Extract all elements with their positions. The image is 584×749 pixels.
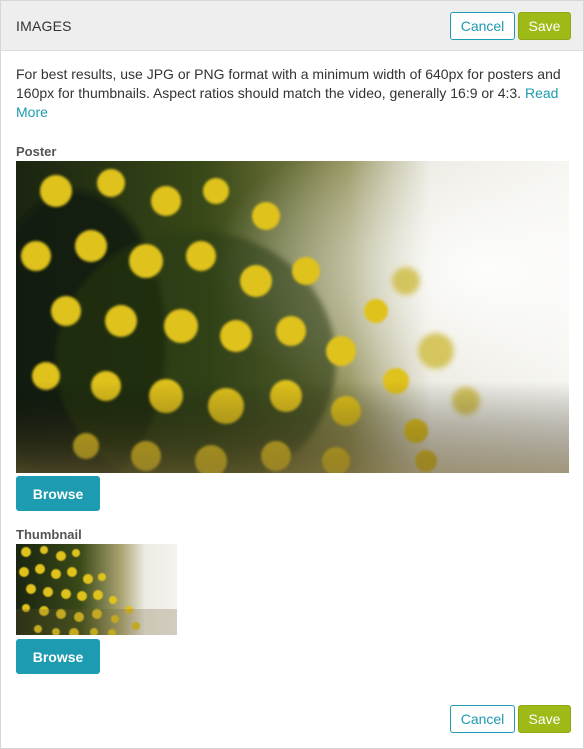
panel-header: IMAGES Cancel Save <box>1 1 583 51</box>
thumbnail-label: Thumbnail <box>16 527 82 542</box>
footer-cancel-button[interactable]: Cancel <box>450 705 515 733</box>
help-text: For best results, use JPG or PNG format … <box>16 66 561 101</box>
panel-title: IMAGES <box>16 18 72 34</box>
cancel-button[interactable]: Cancel <box>450 12 515 40</box>
save-button[interactable]: Save <box>518 12 571 40</box>
poster-image <box>16 161 569 473</box>
images-panel: IMAGES Cancel Save For best results, use… <box>0 0 584 749</box>
poster-label: Poster <box>16 144 57 159</box>
footer-save-button[interactable]: Save <box>518 705 571 733</box>
thumbnail-browse-button[interactable]: Browse <box>16 639 100 674</box>
help-description: For best results, use JPG or PNG format … <box>16 65 572 122</box>
thumbnail-image <box>16 544 177 635</box>
poster-browse-button[interactable]: Browse <box>16 476 100 511</box>
